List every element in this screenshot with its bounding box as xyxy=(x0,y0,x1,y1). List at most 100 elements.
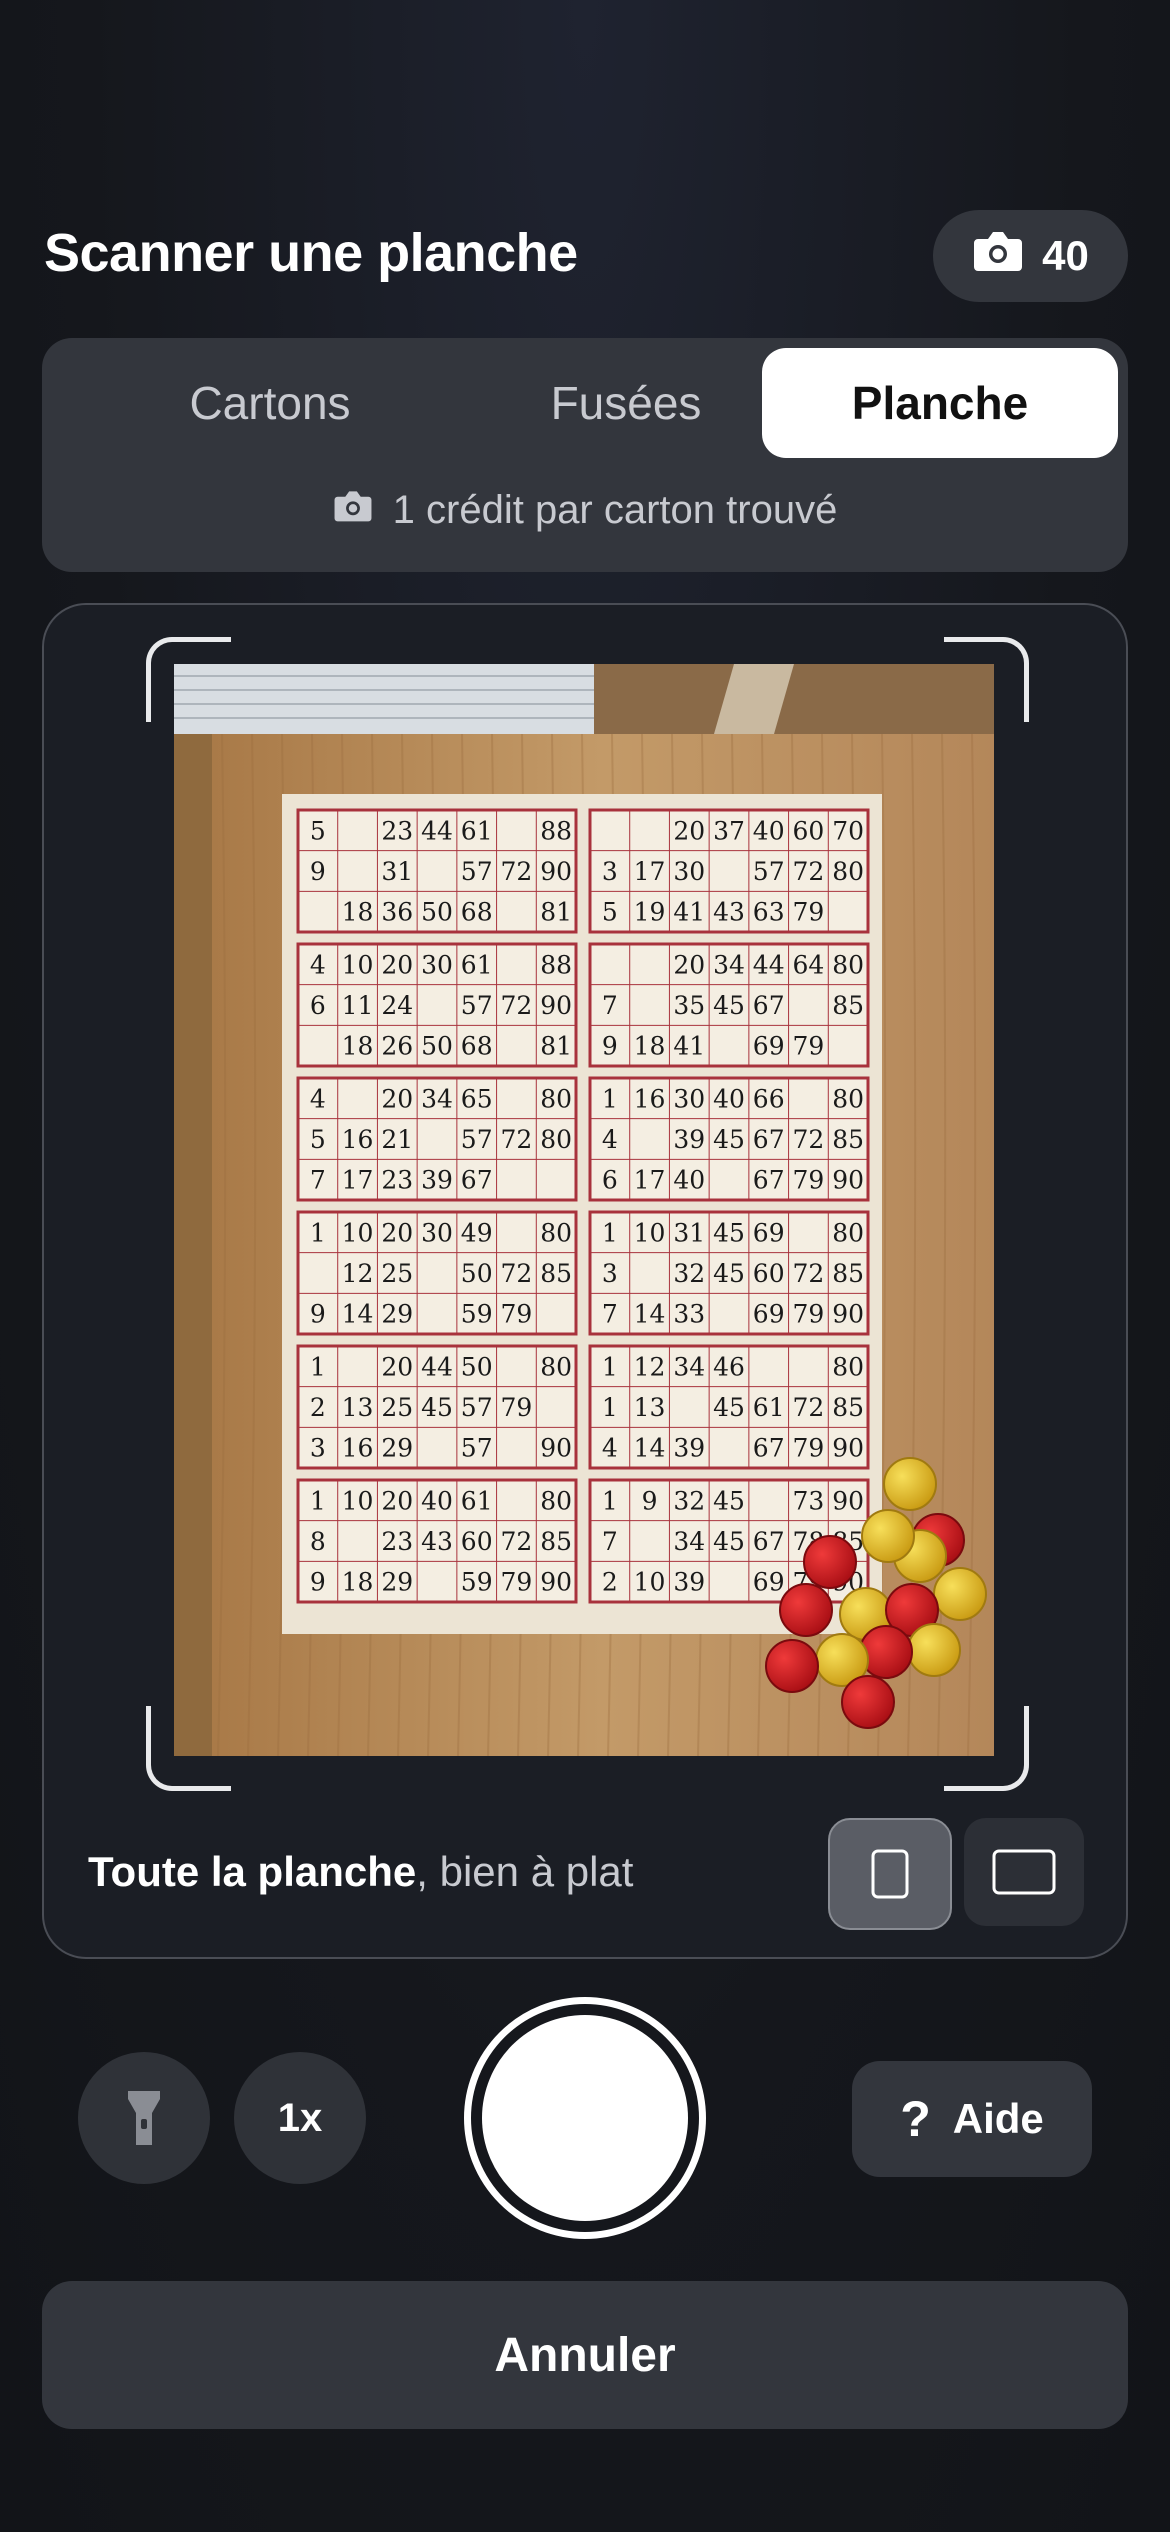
orientation-portrait-button[interactable] xyxy=(828,1818,952,1930)
bingo-number: 69 xyxy=(753,1218,785,1247)
flashlight-button[interactable] xyxy=(78,2052,210,2184)
bingo-number: 1 xyxy=(602,1486,618,1515)
bingo-number: 20 xyxy=(381,1352,413,1381)
bingo-number: 44 xyxy=(753,950,785,979)
bingo-number: 65 xyxy=(461,1084,493,1113)
bingo-number: 1 xyxy=(310,1486,326,1515)
bingo-number: 34 xyxy=(673,1527,705,1556)
bingo-card: 1 10 20 40 61 80 8 23 43 60 72 85 9 18 29 59 79 90 xyxy=(296,1478,578,1604)
bingo-card: 1 12 34 46 80 1 13 45 61 72 85 4 14 39 67 79 90 xyxy=(588,1344,870,1470)
red-token xyxy=(765,1639,819,1693)
bingo-number: 45 xyxy=(713,991,745,1020)
bingo-number: 13 xyxy=(342,1393,374,1422)
cancel-button[interactable]: Annuler xyxy=(42,2281,1128,2429)
bingo-number: 20 xyxy=(381,950,413,979)
bingo-number: 23 xyxy=(381,1166,413,1195)
bingo-number: 79 xyxy=(793,1032,825,1061)
tab-planche[interactable]: Planche xyxy=(762,348,1118,458)
bingo-number: 20 xyxy=(381,1084,413,1113)
bingo-number: 72 xyxy=(793,1393,825,1422)
bingo-number: 57 xyxy=(461,857,493,886)
bingo-number: 85 xyxy=(832,991,864,1020)
bingo-number: 1 xyxy=(602,1218,618,1247)
bingo-number: 14 xyxy=(634,1300,666,1329)
bingo-number: 6 xyxy=(310,991,326,1020)
camera-preview-image: 5 23 44 61 889 31 57 72 9018 36 50 68 8120 37 40 60 703 1… xyxy=(174,664,994,1756)
bingo-number: 29 xyxy=(381,1300,413,1329)
bingo-number: 7 xyxy=(602,1300,618,1329)
bingo-number: 14 xyxy=(634,1434,666,1463)
bingo-number: 61 xyxy=(461,816,493,845)
bingo-number: 5 xyxy=(602,898,618,927)
camera-icon xyxy=(972,229,1024,283)
bingo-number: 17 xyxy=(634,857,666,886)
bingo-number: 63 xyxy=(753,898,785,927)
bingo-number: 19 xyxy=(634,898,666,927)
bingo-number: 85 xyxy=(540,1527,572,1556)
bingo-number: 1 xyxy=(602,1084,618,1113)
bingo-number: 9 xyxy=(310,1300,326,1329)
bingo-number: 30 xyxy=(673,857,705,886)
red-token xyxy=(779,1583,833,1637)
bingo-number: 66 xyxy=(753,1084,785,1113)
red-token xyxy=(859,1625,913,1679)
bingo-number: 18 xyxy=(634,1032,666,1061)
bingo-number: 50 xyxy=(421,1032,453,1061)
tab-cartons[interactable]: Cartons xyxy=(92,348,448,458)
zoom-button[interactable]: 1x xyxy=(234,2052,366,2184)
bingo-number: 72 xyxy=(501,1125,533,1154)
bingo-number: 21 xyxy=(381,1125,413,1154)
bingo-number: 67 xyxy=(753,1527,785,1556)
bingo-number: 30 xyxy=(421,1218,453,1247)
bingo-number: 8 xyxy=(310,1527,326,1556)
bingo-number: 90 xyxy=(832,1300,864,1329)
bingo-number: 12 xyxy=(342,1259,374,1288)
page-title: Scanner une planche xyxy=(44,223,578,283)
bingo-number: 80 xyxy=(832,1218,864,1247)
bingo-number: 9 xyxy=(310,1568,326,1597)
bingo-number: 10 xyxy=(342,950,374,979)
bingo-number: 72 xyxy=(501,1259,533,1288)
bingo-card: 20 37 40 60 70 3 17 30 57 72 80 5 19 41 43 63 79 xyxy=(588,808,870,934)
bingo-number: 67 xyxy=(753,1125,785,1154)
bingo-number: 79 xyxy=(793,1166,825,1195)
bingo-number: 68 xyxy=(461,1032,493,1061)
bingo-number: 69 xyxy=(753,1568,785,1597)
shutter-inner xyxy=(482,2015,688,2221)
bingo-number: 79 xyxy=(501,1568,533,1597)
flashlight-icon xyxy=(128,2091,160,2145)
frame-corner-top-right xyxy=(944,637,1029,722)
bingo-number: 50 xyxy=(461,1259,493,1288)
bingo-number: 80 xyxy=(540,1125,572,1154)
bingo-number: 80 xyxy=(832,1084,864,1113)
frame-corner-bottom-left xyxy=(146,1706,231,1791)
bingo-number: 60 xyxy=(753,1259,785,1288)
help-button[interactable]: ? Aide xyxy=(852,2061,1092,2177)
bingo-number: 41 xyxy=(673,1032,705,1061)
orientation-landscape-button[interactable] xyxy=(964,1818,1084,1926)
bingo-number: 81 xyxy=(540,898,572,927)
bingo-number: 11 xyxy=(342,991,374,1020)
bingo-number: 57 xyxy=(461,991,493,1020)
bingo-number: 1 xyxy=(602,1352,618,1381)
bingo-number: 34 xyxy=(421,1084,453,1113)
bingo-number: 85 xyxy=(832,1393,864,1422)
bingo-number: 14 xyxy=(342,1300,374,1329)
shutter-button[interactable] xyxy=(464,1997,706,2239)
tab-fusees[interactable]: Fusées xyxy=(448,348,804,458)
bingo-number: 90 xyxy=(540,991,572,1020)
bingo-number: 25 xyxy=(381,1393,413,1422)
bingo-number: 37 xyxy=(713,816,745,845)
bingo-number: 80 xyxy=(540,1218,572,1247)
bingo-number: 45 xyxy=(713,1125,745,1154)
credit-hint-text: 1 crédit par carton trouvé xyxy=(392,488,838,532)
camera-viewfinder[interactable]: 5 23 44 61 88 9 31 57 72 90 18 36 50 68 81 20 37 40 60 70 3 1… xyxy=(174,664,994,1756)
bingo-number: 69 xyxy=(753,1300,785,1329)
bingo-number: 9 xyxy=(310,857,326,886)
bingo-number: 79 xyxy=(793,1300,825,1329)
bingo-number: 25 xyxy=(381,1259,413,1288)
credits-badge[interactable]: 40 xyxy=(933,210,1128,302)
bingo-card: 1 16 30 40 66 804 39 45 67 72 856 17 40 67 79 90 xyxy=(588,1076,870,1202)
bingo-card: 4 20 34 65 80 5 16 21 57 72 80 7 17 23 39 67 xyxy=(296,1076,578,1202)
bingo-number: 57 xyxy=(461,1434,493,1463)
